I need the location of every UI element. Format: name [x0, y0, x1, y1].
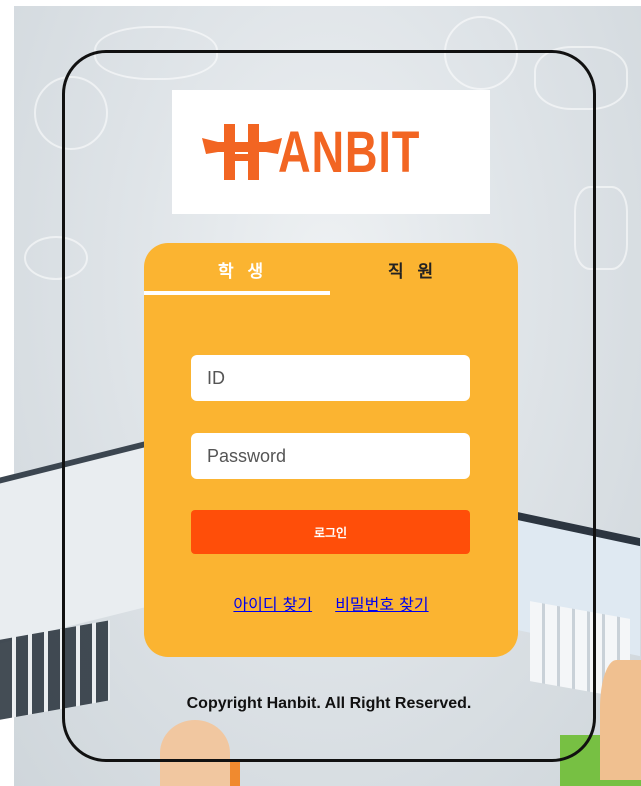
- logo-text: ANBIT: [277, 119, 421, 185]
- find-password-link[interactable]: 비밀번호 찾기: [335, 595, 428, 614]
- find-id-link[interactable]: 아이디 찾기: [233, 595, 312, 614]
- hanbit-logo: ANBIT: [201, 119, 460, 186]
- hand-illustration: [600, 660, 641, 780]
- logo-box: ANBIT: [172, 90, 490, 214]
- account-recovery-links: 아이디 찾기 비밀번호 찾기: [144, 591, 518, 615]
- copyright-text: Copyright Hanbit. All Right Reserved.: [186, 695, 472, 712]
- password-input[interactable]: [191, 433, 470, 479]
- id-input[interactable]: [191, 355, 470, 401]
- tab-student[interactable]: 학 생: [218, 257, 267, 282]
- tab-staff[interactable]: 직 원: [388, 257, 437, 282]
- active-tab-indicator: [144, 291, 330, 295]
- login-panel: 학 생 직 원 로그인 아이디 찾기 비밀번호 찾기: [144, 243, 518, 657]
- logo-h-mark-icon: [201, 124, 282, 180]
- login-button[interactable]: 로그인: [191, 510, 470, 554]
